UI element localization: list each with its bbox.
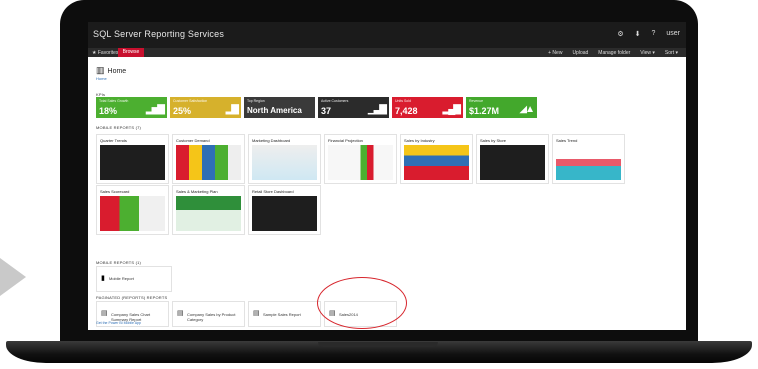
page-title: ▥ Home — [96, 65, 127, 75]
favorites-link[interactable]: ★ Favorites — [92, 50, 118, 56]
header-icons: ⚙ ⬇ ? user — [617, 30, 680, 38]
kpi-tile[interactable]: Customer Satisfaction 25% ▂▇ — [170, 97, 241, 118]
toolbar-actions: + New Upload Manage folder View ▾ Sort ▾ — [548, 50, 678, 56]
kpi-tile[interactable]: Top Region North America — [244, 97, 315, 118]
report-icon: ▤ — [177, 310, 184, 317]
section-mobile-reports-2: MOBILE REPORTS (1) — [96, 260, 142, 265]
report-item[interactable]: ▤ Company Sales by Product Category — [172, 301, 245, 327]
kpi-tile[interactable]: Units Sold 7,428 ▂▄▇ — [392, 97, 463, 118]
play-arrow-icon — [0, 258, 26, 296]
report-icon: ▤ — [253, 310, 260, 317]
report-tile[interactable]: Sales by Store — [476, 134, 549, 184]
manage-folder-button[interactable]: Manage folder — [598, 50, 630, 56]
kpi-row: Total Sales Growth 18% ▂▅▇ Customer Satisf… — [96, 97, 537, 118]
report-tile[interactable]: Quarter Trends — [96, 134, 169, 184]
kpi-tile[interactable]: Total Sales Growth 18% ▂▅▇ — [96, 97, 167, 118]
app-title: SQL Server Reporting Services — [93, 29, 225, 39]
laptop-screen: SQL Server Reporting Services ⚙ ⬇ ? user… — [88, 22, 686, 330]
mobile-report-item[interactable]: ▮ Mobile Report — [96, 266, 172, 292]
browse-tab[interactable]: Browse — [118, 48, 144, 57]
footer-link[interactable]: Get the Power BI Mobile App — [96, 321, 141, 325]
tile-row-2: Sales Scorecard Sales & Marketing Plan R… — [96, 185, 321, 235]
app-header: SQL Server Reporting Services ⚙ ⬇ ? user — [88, 22, 686, 48]
user-menu[interactable]: user — [666, 30, 680, 38]
kpi-tile[interactable]: Active Customers 37 ▁▃▇ — [318, 97, 389, 118]
download-icon[interactable]: ⬇ — [635, 30, 641, 38]
bar-chart-icon: ▂▄▇ — [442, 104, 462, 115]
new-button[interactable]: + New — [548, 50, 562, 56]
section-paginated: PAGINATED (REPORTS) REPORTS — [96, 295, 168, 300]
upload-button[interactable]: Upload — [572, 50, 588, 56]
area-chart-icon: ◢▲ — [519, 104, 535, 115]
report-tile[interactable]: Retail Store Dashboard — [248, 185, 321, 235]
folder-icon: ▥ — [96, 65, 105, 75]
sort-menu[interactable]: Sort ▾ — [665, 50, 678, 56]
report-tile[interactable]: Sales by Industry — [400, 134, 473, 184]
bar-chart-icon: ▂▅▇ — [145, 104, 165, 115]
highlight-circle — [317, 277, 407, 329]
toolbar: ★ Favorites Browse + New Upload Manage f… — [88, 48, 686, 57]
view-menu[interactable]: View ▾ — [640, 50, 655, 56]
report-item[interactable]: ▤ Sample Sales Report — [248, 301, 321, 327]
kpi-tile[interactable]: Revenue $1.27M ◢▲ — [466, 97, 537, 118]
mobile-report-icon: ▮ — [101, 275, 105, 282]
report-tile[interactable]: Sales Trend — [552, 134, 625, 184]
report-tile[interactable]: Marketing Dashboard — [248, 134, 321, 184]
report-tile[interactable]: Sales & Marketing Plan — [172, 185, 245, 235]
report-tile[interactable]: Financial Projection — [324, 134, 397, 184]
tile-row-1: Quarter Trends Customer Demand Marketing… — [96, 134, 625, 184]
bar-chart-icon: ▂▇ — [225, 104, 239, 115]
gear-icon[interactable]: ⚙ — [617, 30, 623, 38]
report-tile[interactable]: Customer Demand — [172, 134, 245, 184]
bar-chart-icon: ▁▃▇ — [367, 104, 387, 115]
laptop-notch — [318, 342, 438, 347]
help-icon[interactable]: ? — [651, 30, 655, 38]
report-tile[interactable]: Sales Scorecard — [96, 185, 169, 235]
report-icon: ▤ — [101, 310, 108, 317]
section-mobile-reports: MOBILE REPORTS (7) — [96, 125, 142, 130]
breadcrumb[interactable]: Home — [96, 76, 107, 81]
